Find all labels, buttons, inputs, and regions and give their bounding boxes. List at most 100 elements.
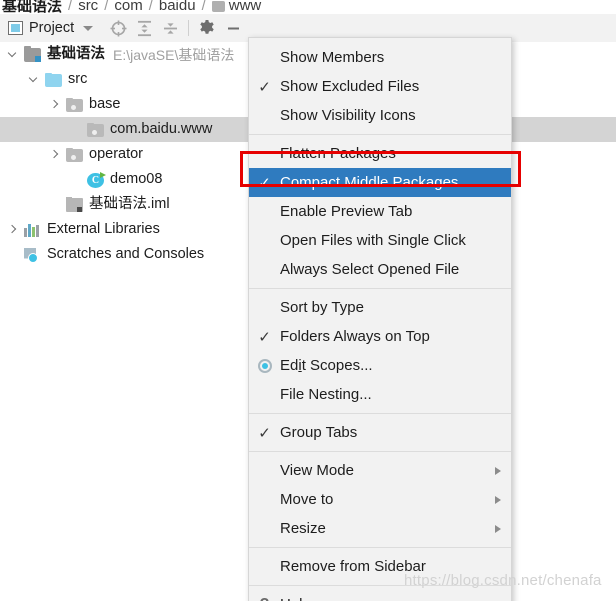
tree-arrow-placeholder [6, 248, 19, 261]
menu-item-always-select-opened-file[interactable]: Always Select Opened File [249, 255, 511, 284]
menu-item-label: Always Select Opened File [280, 260, 460, 278]
breadcrumb-separator: / [68, 0, 73, 14]
library-icon [24, 223, 41, 237]
breadcrumb-item-label: 基础语法 [2, 0, 63, 14]
breadcrumb-item-label: www [228, 0, 262, 14]
menu-item-folders-always-on-top[interactable]: ✓ Folders Always on Top [249, 322, 511, 351]
menu-item-edit-scopes[interactable]: Edit Scopes... [249, 351, 511, 380]
menu-item-move-to[interactable]: Move to [249, 485, 511, 514]
menu-item-compact-middle-packages[interactable]: ✓ Compact Middle Packages [249, 168, 511, 197]
project-window-icon [8, 21, 23, 35]
project-options-context-menu[interactable]: Show Members ✓ Show Excluded Files Show Vis… [248, 37, 512, 601]
package-icon [66, 148, 83, 162]
menu-item-show-visibility-icons[interactable]: Show Visibility Icons [249, 101, 511, 130]
menu-item-group-tabs[interactable]: ✓ Group Tabs [249, 418, 511, 447]
menu-item-show-excluded-files[interactable]: ✓ Show Excluded Files [249, 72, 511, 101]
breadcrumb-separator: / [201, 0, 206, 14]
breadcrumb-item-label: baidu [158, 0, 196, 14]
menu-item-label: Open Files with Single Click [280, 231, 466, 249]
menu-separator [249, 134, 511, 135]
java-class-icon: C [87, 171, 106, 188]
tree-row-label: src [68, 71, 88, 87]
menu-item-label: Sort by Type [280, 298, 364, 316]
breadcrumb-separator: / [148, 0, 153, 14]
breadcrumb-separator: / [104, 0, 109, 14]
menu-item-view-mode[interactable]: View Mode [249, 456, 511, 485]
checkmark-icon: ✓ [258, 78, 271, 96]
tree-row-label: operator [89, 146, 144, 162]
tree-row-label: External Libraries [47, 221, 160, 237]
breadcrumb-item[interactable]: www [211, 0, 262, 14]
tree-row-label: Scratches and Consoles [47, 246, 205, 262]
checkmark-icon: ✓ [258, 174, 271, 192]
package-icon [66, 98, 83, 112]
submenu-arrow-icon [495, 466, 501, 475]
menu-item-label: Resize [280, 519, 326, 537]
help-question-icon: ? [249, 596, 280, 601]
module-icon [24, 46, 41, 62]
menu-item-label: Show Visibility Icons [280, 106, 416, 124]
menu-separator [249, 451, 511, 452]
breadcrumb-item-label: com [114, 0, 143, 14]
radio-selected-icon [249, 358, 280, 373]
toolbar-icon-group [105, 15, 246, 41]
menu-separator [249, 288, 511, 289]
menu-separator [249, 547, 511, 548]
menu-item-label: Enable Preview Tab [280, 202, 413, 220]
breadcrumb-item[interactable]: 基础语法 [2, 0, 62, 14]
menu-item-resize[interactable]: Resize [249, 514, 511, 543]
menu-item-label: Help [280, 596, 501, 601]
chevron-down-icon[interactable] [83, 25, 94, 31]
menu-item-file-nesting[interactable]: File Nesting... [249, 380, 511, 409]
project-toolwindow-title[interactable]: Project [8, 20, 94, 36]
menu-item-help[interactable]: ?Help [249, 590, 511, 601]
menu-item-enable-preview-tab[interactable]: Enable Preview Tab [249, 197, 511, 226]
tree-expand-down-icon[interactable] [6, 48, 19, 61]
select-opened-file-icon[interactable] [105, 15, 131, 41]
tree-arrow-placeholder [69, 123, 82, 136]
tree-expand-down-icon[interactable] [27, 73, 40, 86]
collapse-all-icon[interactable] [157, 15, 183, 41]
menu-separator [249, 413, 511, 414]
menu-item-label: View Mode [280, 461, 354, 479]
checkmark-icon: ✓ [258, 328, 271, 346]
menu-item-flatten-packages[interactable]: Flatten Packages [249, 139, 511, 168]
tree-row-label: 基础语法.iml [89, 196, 170, 212]
menu-item-label: File Nesting... [280, 385, 372, 403]
breadcrumb: 基础语法 / src / com / baidu / www [0, 0, 616, 14]
tree-arrow-placeholder [48, 198, 61, 211]
menu-item-open-files-single-click[interactable]: Open Files with Single Click [249, 226, 511, 255]
source-folder-icon [45, 73, 62, 87]
breadcrumb-item[interactable]: com [114, 0, 142, 14]
breadcrumb-item-label: src [78, 0, 99, 14]
menu-item-label: Edit Scopes... [280, 356, 373, 374]
hide-toolwindow-icon[interactable] [220, 15, 246, 41]
tree-row-label: demo08 [110, 171, 163, 187]
tree-expand-right-icon[interactable] [48, 98, 61, 111]
breadcrumb-item[interactable]: src [78, 0, 98, 14]
breadcrumb-item[interactable]: baidu [159, 0, 196, 14]
checkmark-icon: ✓ [258, 424, 271, 442]
menu-item-label: Show Excluded Files [280, 77, 420, 95]
iml-file-icon [66, 197, 83, 212]
toolwindow-title-label: Project [29, 20, 75, 36]
submenu-arrow-icon [495, 495, 501, 504]
menu-item-label: Folders Always on Top [280, 327, 430, 345]
menu-item-label: Group Tabs [280, 423, 358, 441]
toolbar-separator [188, 20, 190, 36]
menu-item-label: Show Members [280, 48, 385, 66]
tree-row-path: E:\javaSE\基础语法 [113, 46, 235, 63]
expand-all-icon[interactable] [131, 15, 157, 41]
menu-item-label: Flatten Packages [280, 144, 396, 162]
tree-expand-right-icon[interactable] [48, 148, 61, 161]
watermark-text: https://blog.csdn.net/chenafa [404, 572, 602, 589]
screen-root: 基础语法 / src / com / baidu / www Project 基… [0, 0, 616, 601]
menu-item-show-members[interactable]: Show Members [249, 43, 511, 72]
submenu-arrow-icon [495, 524, 501, 533]
folder-icon [211, 0, 225, 12]
settings-gear-icon[interactable] [194, 15, 220, 41]
tree-row-label: com.baidu.www [110, 121, 213, 137]
tree-expand-right-icon[interactable] [6, 223, 19, 236]
menu-item-sort-by-type[interactable]: Sort by Type [249, 293, 511, 322]
tree-row-label: 基础语法 [47, 46, 105, 62]
